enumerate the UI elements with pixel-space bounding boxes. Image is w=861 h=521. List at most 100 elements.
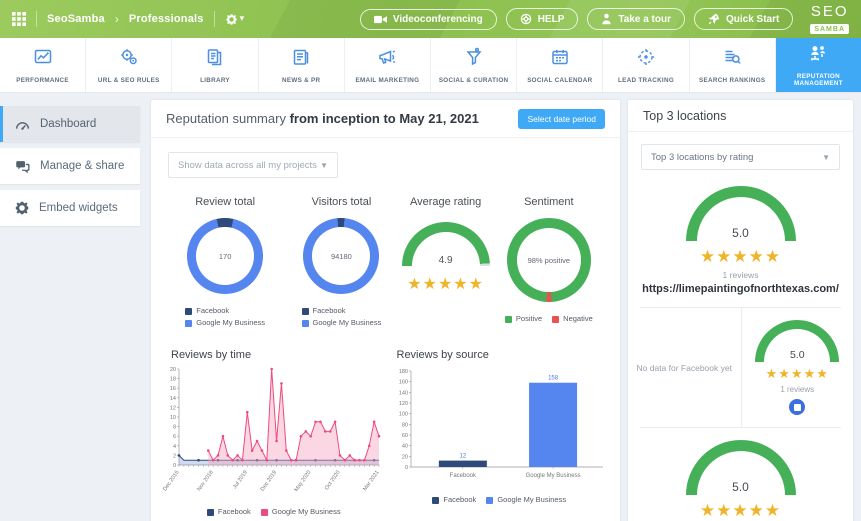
quick-start-button[interactable]: Quick Start — [694, 8, 793, 30]
breadcrumb-section[interactable]: Professionals — [129, 13, 204, 25]
chart-title: Review total — [195, 196, 255, 208]
sidebar-item-embed-widgets[interactable]: Embed widgets — [0, 190, 140, 226]
svg-text:6: 6 — [173, 434, 176, 440]
average-rating-chart: Average rating 4.9 ★★★★★ — [400, 196, 492, 329]
location-rating-gauge: 5.0 — [686, 186, 796, 241]
projects-dropdown[interactable]: Show data across all my projects ▼ — [168, 152, 338, 178]
svg-text:14: 14 — [170, 396, 176, 402]
svg-text:Google My Business: Google My Business — [525, 473, 580, 479]
chart-title: Reviews by source — [397, 349, 613, 361]
select-date-period-button[interactable]: Select date period — [518, 109, 605, 129]
facebook-swatch — [432, 497, 439, 504]
svg-text:Facebook: Facebook — [449, 473, 476, 479]
videoconferencing-button[interactable]: Videoconferencing — [360, 9, 497, 30]
take-a-tour-button[interactable]: Take a tour — [587, 8, 685, 30]
gmb-swatch — [261, 509, 268, 516]
negative-swatch — [552, 316, 559, 323]
settings-gear-dropdown[interactable]: ▾ — [225, 13, 245, 26]
reputation-summary-panel: Reputation summary from inception to May… — [151, 100, 620, 521]
google-my-business-icon[interactable] — [789, 399, 805, 415]
widget-gear-icon — [14, 200, 30, 216]
svg-text:4: 4 — [173, 444, 176, 450]
chevron-down-icon: ▼ — [822, 153, 830, 162]
chart-title: Reviews by time — [171, 349, 387, 361]
average-rating-gauge: 4.9 — [402, 222, 490, 266]
chevron-down-icon: ▼ — [320, 161, 328, 170]
svg-text:18: 18 — [170, 377, 176, 383]
nav-item-lead-tracking[interactable]: LEAD TRACKING — [603, 38, 689, 92]
nav-item-email-marketing[interactable]: EMAIL MARKETING — [345, 38, 431, 92]
review-total-value: 170 — [219, 252, 232, 261]
svg-text:Jul 2019: Jul 2019 — [232, 470, 249, 490]
svg-text:10: 10 — [170, 415, 176, 421]
rocket-icon — [708, 13, 720, 25]
svg-text:100: 100 — [398, 412, 407, 418]
brand-name[interactable]: SeoSamba — [47, 13, 105, 25]
location-card-3: 5.0 ★★★★★ 56 reviews https://limepaintin… — [628, 428, 853, 521]
review-total-chart: Review total 170 Facebook Google My Busi… — [167, 196, 283, 329]
nav-item-news-pr[interactable]: NEWS & PR — [259, 38, 345, 92]
reviews-by-time-chart: Reviews by time 02468101214161820Dec 201… — [161, 349, 387, 518]
sentiment-chart: Sentiment 98% positive Positive Negative — [492, 196, 606, 329]
chart-title: Average rating — [410, 196, 481, 208]
breadcrumb-separator: › — [115, 12, 119, 26]
svg-text:20: 20 — [170, 367, 176, 373]
rating-stars: ★★★★★ — [407, 274, 484, 294]
svg-text:Dec 2015: Dec 2015 — [162, 470, 180, 493]
help-button[interactable]: HELP — [506, 8, 579, 30]
nav-item-search-rankings[interactable]: SEARCH RANKINGS — [690, 38, 776, 92]
top-header: SeoSamba › Professionals ▾ Videoconferen… — [0, 0, 861, 38]
gmb-swatch — [185, 320, 192, 327]
visitors-total-chart: Visitors total 94180 Facebook Google My … — [283, 196, 399, 329]
apps-grid-icon[interactable] — [12, 12, 26, 26]
lower-charts-row: Reviews by time 02468101214161820Dec 201… — [151, 329, 620, 518]
svg-text:Nov 2018: Nov 2018 — [196, 470, 214, 493]
svg-text:0: 0 — [173, 463, 176, 469]
location-stars: ★★★★★ — [766, 366, 829, 382]
no-facebook-data-note: No data for Facebook yet — [637, 363, 732, 373]
svg-text:120: 120 — [398, 401, 407, 407]
chart-legend: Positive Negative — [505, 313, 593, 325]
chart-title: Sentiment — [524, 196, 574, 208]
sidebar-item-label: Embed widgets — [39, 202, 118, 214]
svg-text:8: 8 — [173, 425, 176, 431]
location-card-1: 5.0 ★★★★★ 1 reviews https://limepainting… — [628, 174, 853, 307]
svg-text:12: 12 — [170, 405, 176, 411]
chart-legend: Facebook Google My Business — [387, 494, 613, 506]
review-total-donut: 170 — [187, 218, 263, 294]
nav-item-url-seo-rules[interactable]: URL & SEO RULES — [86, 38, 172, 92]
documents-icon — [204, 47, 226, 72]
svg-text:12: 12 — [459, 454, 466, 460]
positive-swatch — [505, 316, 512, 323]
nav-item-performance[interactable]: PERFORMANCE — [0, 38, 86, 92]
seosamba-logo: SEO SAMBA — [810, 4, 849, 35]
svg-text:160: 160 — [398, 380, 407, 386]
nav-item-reputation-management[interactable]: REPUTATION MANAGEMENT — [776, 38, 861, 92]
sidebar-item-manage-share[interactable]: Manage & share — [0, 148, 140, 184]
chart-title: Visitors total — [312, 196, 372, 208]
svg-text:2: 2 — [173, 453, 176, 459]
svg-text:20: 20 — [401, 454, 407, 460]
nav-item-social-curation[interactable]: SOCIAL & CURATION — [431, 38, 517, 92]
svg-text:40: 40 — [401, 444, 407, 450]
sidebar-item-dashboard[interactable]: Dashboard — [0, 106, 140, 142]
header-divider — [214, 11, 215, 27]
nav-item-library[interactable]: LIBRARY — [172, 38, 258, 92]
svg-text:May 2020: May 2020 — [294, 470, 313, 493]
sentiment-value: 98% positive — [528, 256, 571, 265]
rankings-list-magnifier-icon — [721, 47, 743, 72]
location-url-link[interactable]: https://limepaintingofnorthtexas.com/ — [642, 283, 839, 295]
megaphone-icon — [376, 47, 398, 72]
locations-sort-dropdown[interactable]: Top 3 locations by rating ▼ — [641, 144, 840, 170]
nav-item-social-calendar[interactable]: SOCIAL CALENDAR — [517, 38, 603, 92]
chart-legend: Facebook Google My Business — [161, 506, 387, 518]
newspaper-icon — [290, 47, 312, 72]
reviews-by-source-chart: Reviews by source 0204060801001201401601… — [387, 349, 613, 518]
svg-text:158: 158 — [548, 376, 559, 382]
header-divider — [36, 11, 37, 27]
svg-text:180: 180 — [398, 369, 407, 375]
top-locations-panel: Top 3 locations Top 3 locations by ratin… — [628, 100, 853, 521]
svg-text:80: 80 — [401, 422, 407, 428]
svg-text:Dec 2019: Dec 2019 — [260, 470, 278, 493]
gmb-swatch — [302, 320, 309, 327]
